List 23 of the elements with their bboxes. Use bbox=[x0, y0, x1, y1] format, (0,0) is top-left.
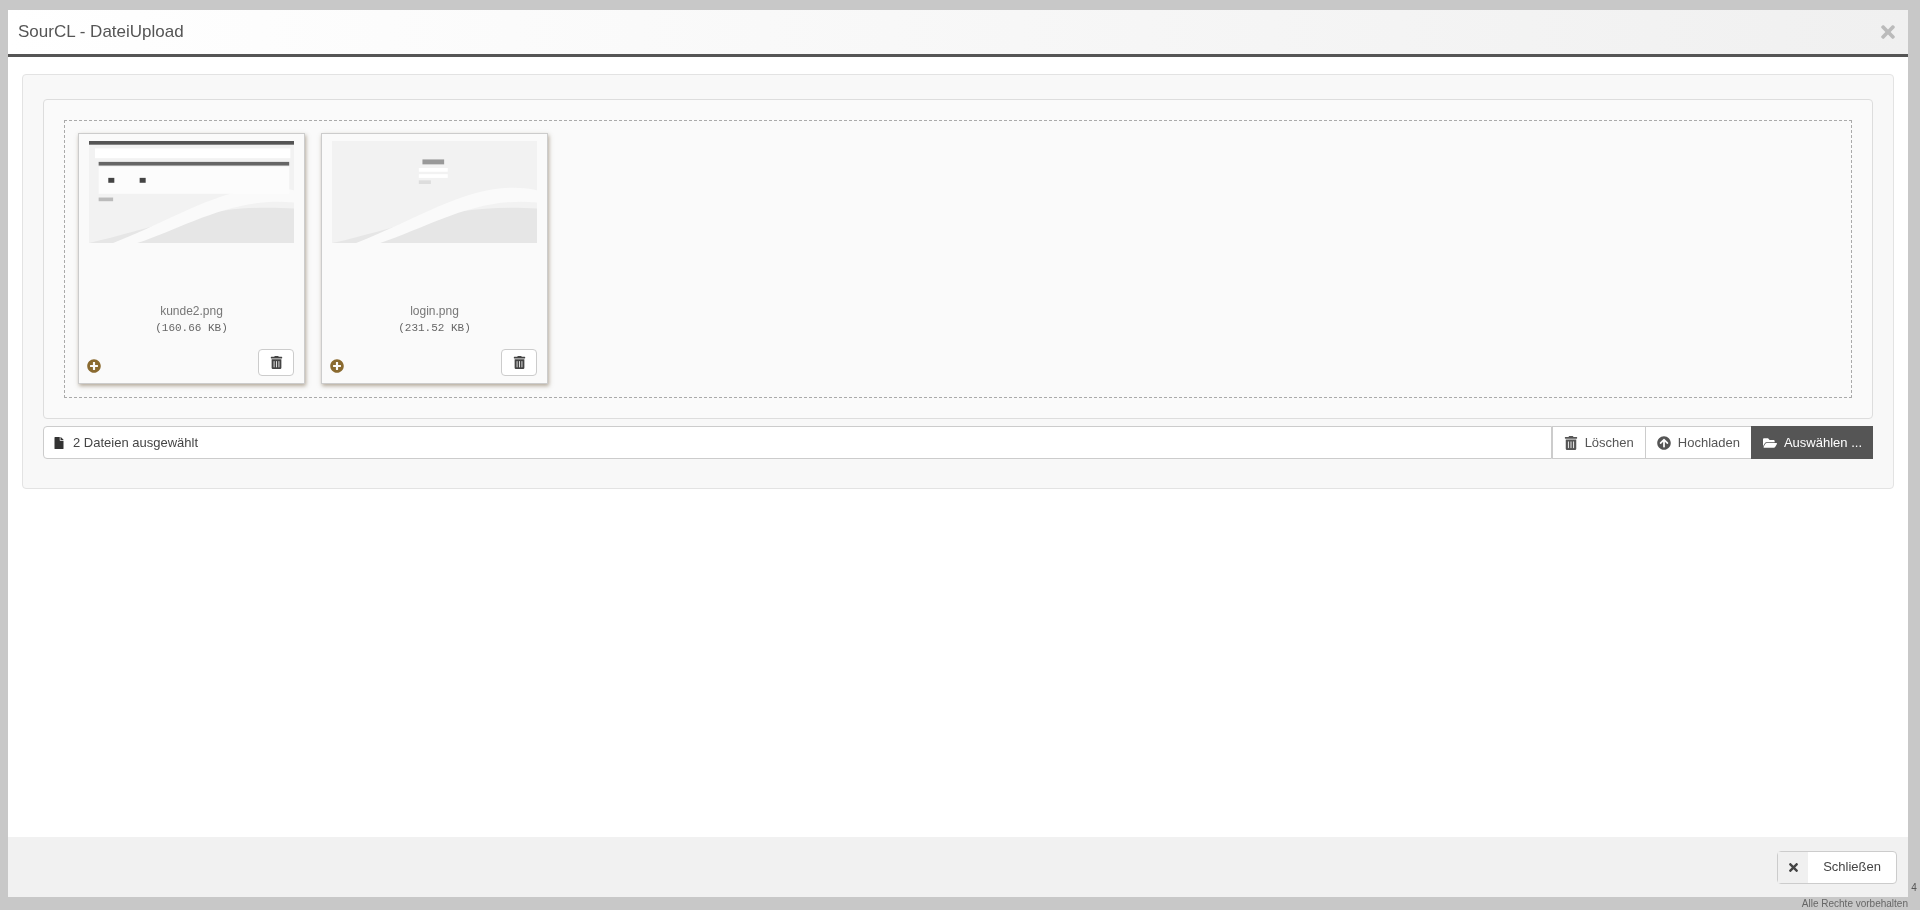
folder-icon bbox=[1762, 435, 1777, 450]
upload-icon bbox=[1656, 435, 1671, 450]
file-size: (231.52 KB) bbox=[398, 320, 471, 336]
plus-icon[interactable] bbox=[330, 359, 344, 373]
delete-button[interactable] bbox=[501, 349, 537, 376]
file-size: (160.66 KB) bbox=[155, 320, 228, 336]
remove-button[interactable]: Löschen bbox=[1551, 426, 1645, 459]
delete-button[interactable] bbox=[258, 349, 294, 376]
page-number: 4 bbox=[1911, 882, 1917, 894]
trash-icon bbox=[512, 356, 526, 369]
plus-icon[interactable] bbox=[87, 359, 101, 373]
file-name: kunde2.png bbox=[160, 302, 223, 320]
copyright-text: Alle Rechte vorbehalten bbox=[1801, 897, 1908, 910]
file-icon bbox=[53, 436, 65, 449]
file-input[interactable]: 2 Dateien ausgewählt bbox=[43, 426, 1552, 459]
close-button[interactable]: Schließen bbox=[1777, 850, 1897, 884]
window-title: SourCL - DateiUpload bbox=[18, 21, 184, 44]
trash-icon bbox=[1563, 435, 1578, 450]
browse-button[interactable]: Auswählen ... bbox=[1750, 426, 1873, 459]
upload-button[interactable]: Hochladen bbox=[1644, 426, 1751, 459]
close-icon bbox=[1786, 860, 1800, 874]
file-name: login.png bbox=[410, 302, 459, 320]
trash-icon bbox=[269, 356, 283, 369]
